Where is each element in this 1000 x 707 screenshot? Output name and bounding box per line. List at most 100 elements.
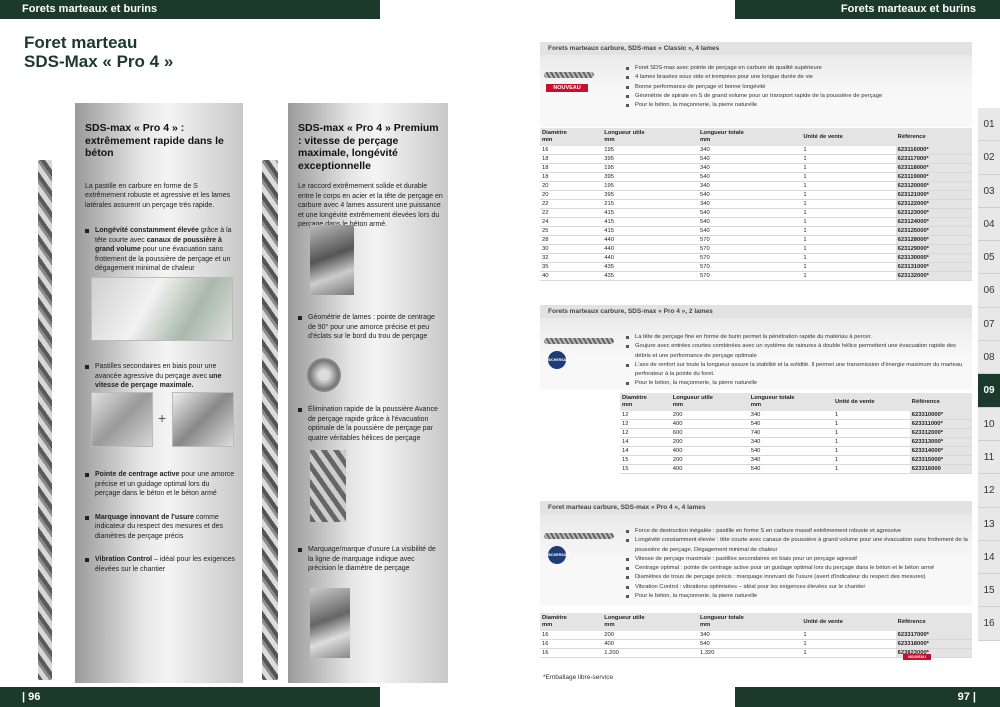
chapter-tab-09[interactable]: 09 [978,374,1000,408]
feature-list: La tête de perçage fine en forme de buri… [626,333,972,389]
chapter-tab-10[interactable]: 10 [978,407,1000,441]
feature-item: Pour le béton, la maçonnerie, la pierre … [626,379,972,388]
reference-cell: 623313000* [909,437,972,447]
column-header: Longueur totale mm [698,128,802,146]
chapter-tab-11[interactable]: 11 [978,440,1000,475]
chapter-tab-13[interactable]: 13 [978,507,1000,541]
chapter-tab-15[interactable]: 15 [978,574,1000,608]
bullet-longevity: Longévité constamment élevée grâce à la … [85,226,235,274]
table-row: 14 400 540 1 623314000* [620,446,972,456]
bullet-text: Pastilles secondaires en biais pour une … [95,363,217,380]
column-header: Diamètre mm [620,393,671,411]
table-cell: 1 [832,446,910,456]
chapter-tab-02[interactable]: 02 [978,141,1000,175]
chapter-tab-03[interactable]: 03 [978,174,1000,208]
chapter-tab-14[interactable]: 14 [978,540,1000,575]
feature-item: Foret SDS-max avec pointe de perçage en … [626,64,882,73]
table-cell: 14 [620,446,671,456]
column-header: Référence [909,393,972,411]
table-cell: 200 [670,411,749,420]
table-cell: 30 [540,244,603,254]
drill-helix-photo [310,450,346,522]
table-cell: 35 [540,262,603,272]
table-cell: 1 [801,235,896,245]
table-cell: 600 [670,428,749,438]
reference-cell: 623123000* [895,208,972,218]
table-cell: 20 [540,181,603,191]
reference-cell: 623310000* [909,411,972,420]
table-row: 24 415 540 1 623124000* [540,217,972,227]
table-cell: 195 [602,181,698,191]
bullet-bold: Marquage innovant de l'usure [95,513,194,521]
reference-cell: 623131000* [895,262,972,272]
page-title: Foret marteau SDS-Max « Pro 4 » [24,33,174,71]
feature-item: Force de destruction inégalée : pastille… [626,527,972,536]
reference-cell: 623128000* [895,235,972,245]
table-cell: 340 [748,455,833,465]
chapter-tab-04[interactable]: 04 [978,207,1000,242]
plus-sign: + [158,410,167,426]
reference-cell: 623118000* [895,163,972,173]
table-cell: 32 [540,253,603,263]
feature-item: Goujure avec entrées courtes combinées a… [626,342,972,361]
feature-item: L'axe de renfort sur toute la longueur a… [626,361,972,380]
table-cell: 16 [540,639,603,649]
column-title: SDS-max « Pro 4 » Premium : vitesse de p… [298,122,439,172]
chapter-tab-01[interactable]: 01 [978,108,1000,142]
table-cell: 570 [698,271,802,281]
reference-cell: 623314000* [909,446,972,456]
reference-cell: 623317000* [895,631,972,640]
table-cell: 12 [620,428,671,438]
nouveau-badge-small: NOUVEAU [903,654,931,660]
drill-image-premium [262,160,278,680]
table-cell: 540 [698,154,802,164]
table-cell: 16 [540,631,603,640]
feature-item: Pour le béton, la maçonnerie, la pierre … [626,592,972,601]
intro-text: Le raccord extrêmement solide et durable… [298,183,443,228]
insert-photo-left [91,392,153,447]
table-cell: 570 [698,253,802,263]
feature-list: Foret SDS-max avec pointe de perçage en … [626,64,882,110]
reference-cell: 623117000* [895,154,972,164]
table-cell: 400 [602,639,698,649]
table-row: 40 435 570 1 623132000* [540,271,972,281]
column-premium: SDS-max « Pro 4 » Premium : vitesse de p… [298,122,443,239]
column-header: Longueur utile mm [670,393,749,411]
table-cell: 1 [832,419,910,429]
reference-cell: 623132000* [895,271,972,281]
drill-thumbnail [544,533,614,539]
sichersafe-logo-icon: SICHERSAFE [548,546,571,564]
column-title: SDS-max « Pro 4 » : extrêmement rapide d… [85,122,224,159]
table-row: 32 440 570 1 623130000* [540,253,972,263]
table-cell: 1 [801,253,896,263]
table-cell: 1 [832,455,910,465]
reference-cell: 623121000* [895,190,972,200]
table-row: 14 200 340 1 623313000* [620,437,972,447]
chapter-tab-12[interactable]: 12 [978,474,1000,508]
table-cell: 340 [748,411,833,420]
chapter-tab-06[interactable]: 06 [978,274,1000,308]
table-cell: 18 [540,154,603,164]
table-cell: 20 [540,190,603,200]
column-header: Référence [895,613,972,631]
feature-item: 4 lames brasées sous vide et trempées po… [626,73,882,82]
bullet-bold: Longévité constamment élevée [95,227,199,234]
page-number-left: | 96 [0,687,380,707]
section-title: Forets marteaux carbure, SDS-max « Class… [540,42,972,55]
chapter-tab-05[interactable]: 05 [978,241,1000,275]
chapter-tab-07[interactable]: 07 [978,307,1000,342]
bullet-bold: Pointe de centrage active [95,471,180,478]
column-header: Longueur totale mm [698,613,802,631]
product-table-classic: Diamètre mm Longueur utile mm Longueur tot… [540,128,972,281]
table-cell: 1.320 [698,648,802,658]
chapter-tab-08[interactable]: 08 [978,341,1000,375]
table-cell: 540 [748,419,833,429]
table-cell: 435 [602,271,698,281]
feature-item: Diamètres de trous de perçage précis : m… [626,573,972,582]
header-left: Forets marteaux et burins [0,0,380,19]
table-cell: 400 [670,464,749,474]
table-row: 22 415 540 1 623123000* [540,208,972,218]
table-cell: 1 [832,411,910,420]
chapter-tab-16[interactable]: 16 [978,607,1000,641]
reference-cell: 623122000* [895,199,972,209]
